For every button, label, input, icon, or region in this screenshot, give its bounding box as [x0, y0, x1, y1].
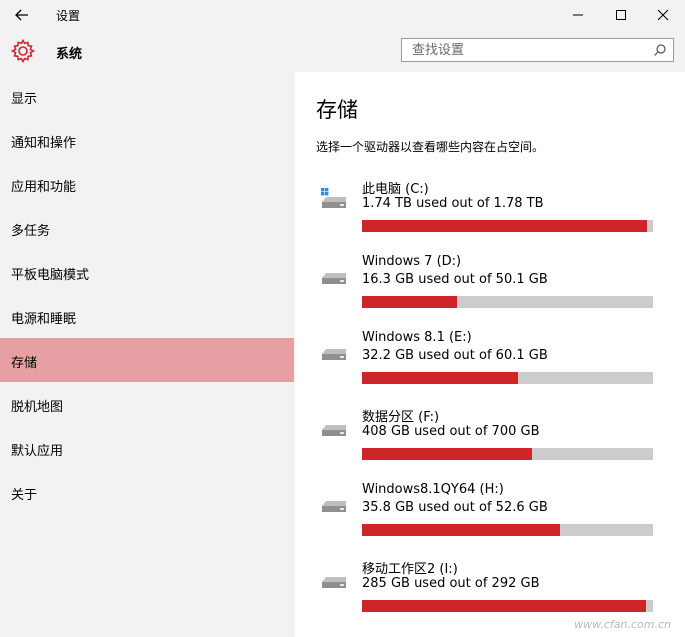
sidebar-item-multitasking[interactable]: 多任务 [0, 206, 294, 250]
usage-bar-fill [362, 220, 647, 232]
drive-item-e[interactable]: Windows 8.1 (E:) 32.2 GB used out of 60.… [317, 330, 657, 392]
usage-bar [362, 372, 653, 384]
sidebar-item-apps[interactable]: 应用和功能 [0, 162, 294, 206]
drive-usage: 35.8 GB used out of 52.6 GB [362, 500, 548, 515]
sidebar-item-offline-maps[interactable]: 脱机地图 [0, 382, 294, 426]
usage-bar-fill [362, 296, 457, 308]
drive-icon [322, 501, 346, 512]
usage-bar-fill [362, 372, 518, 384]
drive-icon [322, 349, 346, 360]
usage-bar [362, 524, 653, 536]
section-title: 系统 [56, 47, 83, 62]
maximize-icon [616, 10, 626, 20]
usage-bar [362, 448, 653, 460]
drive-usage: 16.3 GB used out of 50.1 GB [362, 272, 548, 287]
drive-icon [322, 273, 346, 284]
drive-item-i[interactable]: 移动工作区2 (I:) 285 GB used out of 292 GB [317, 558, 657, 620]
watermark: www.cfan.com.cn [574, 618, 671, 631]
sidebar-item-power-sleep[interactable]: 电源和睡眠 [0, 294, 294, 338]
drive-name: 移动工作区2 (I:) [362, 562, 458, 577]
sidebar-item-display[interactable]: 显示 [0, 74, 294, 118]
drive-name: Windows 7 (D:) [362, 254, 462, 269]
sidebar-item-label: 显示 [11, 92, 38, 107]
sidebar-item-storage[interactable]: 存储 [0, 338, 294, 382]
drive-item-c[interactable]: 此电脑 (C:) 1.74 TB used out of 1.78 TB [317, 178, 657, 240]
usage-bar-fill [362, 448, 532, 460]
sidebar-item-label: 平板电脑模式 [11, 268, 90, 283]
maximize-button[interactable] [609, 4, 633, 26]
close-icon [657, 9, 669, 21]
sidebar-item-label: 多任务 [11, 224, 51, 239]
sidebar-item-label: 存储 [11, 356, 38, 371]
sidebar-item-label: 应用和功能 [11, 180, 77, 195]
search-icon[interactable] [653, 43, 667, 57]
sidebar-item-label: 通知和操作 [11, 136, 77, 151]
sidebar-item-label: 关于 [11, 488, 38, 503]
header: 系统 [0, 30, 685, 72]
sidebar-item-tablet-mode[interactable]: 平板电脑模式 [0, 250, 294, 294]
usage-bar-fill [362, 600, 647, 612]
usage-bar-fill [362, 524, 561, 536]
sidebar: 显示 通知和操作 应用和功能 多任务 平板电脑模式 电源和睡眠 存储 脱机地图 … [0, 72, 295, 637]
sidebar-item-label: 默认应用 [11, 444, 64, 459]
window-title: 设置 [56, 9, 81, 23]
drive-name: 数据分区 (F:) [362, 410, 440, 425]
drive-usage: 32.2 GB used out of 60.1 GB [362, 348, 548, 363]
sidebar-item-about[interactable]: 关于 [0, 470, 294, 514]
drive-name: 此电脑 (C:) [362, 182, 429, 197]
system-drive-icon [321, 188, 346, 208]
sidebar-item-label: 脱机地图 [11, 400, 64, 415]
drive-name: Windows8.1QY64 (H:) [362, 482, 504, 497]
drive-icon [322, 425, 346, 436]
minimize-button[interactable] [566, 4, 590, 26]
gear-icon [10, 38, 36, 64]
usage-bar [362, 296, 653, 308]
drive-icon [322, 577, 346, 588]
close-button[interactable] [651, 4, 675, 26]
drive-item-d[interactable]: Windows 7 (D:) 16.3 GB used out of 50.1 … [317, 254, 657, 316]
search-input[interactable] [402, 39, 642, 62]
title-bar: 设置 [0, 0, 685, 30]
settings-window: 设置 系统 查找设置 显示 通知和操作 应用和功能 多任务 平板电脑模式 电源和… [0, 0, 685, 637]
drive-usage: 1.74 TB used out of 1.78 TB [362, 196, 544, 211]
usage-bar [362, 600, 653, 612]
sidebar-item-notifications[interactable]: 通知和操作 [0, 118, 294, 162]
page-title: 存储 [316, 98, 358, 122]
search-box[interactable] [401, 38, 674, 62]
back-button[interactable] [10, 4, 34, 26]
drive-usage: 285 GB used out of 292 GB [362, 576, 540, 591]
page-description: 选择一个驱动器以查看哪些内容在占空间。 [316, 140, 545, 154]
minimize-icon [573, 14, 583, 16]
usage-bar [362, 220, 653, 232]
sidebar-item-label: 电源和睡眠 [11, 312, 77, 327]
drive-name: Windows 8.1 (E:) [362, 330, 472, 345]
drive-item-h[interactable]: Windows8.1QY64 (H:) 35.8 GB used out of … [317, 482, 657, 544]
drive-usage: 408 GB used out of 700 GB [362, 424, 540, 439]
sidebar-item-default-apps[interactable]: 默认应用 [0, 426, 294, 470]
drive-item-f[interactable]: 数据分区 (F:) 408 GB used out of 700 GB [317, 406, 657, 468]
main-content: 存储 选择一个驱动器以查看哪些内容在占空间。 此电脑 (C:) 1.74 TB … [295, 72, 685, 637]
back-arrow-icon [15, 9, 28, 21]
